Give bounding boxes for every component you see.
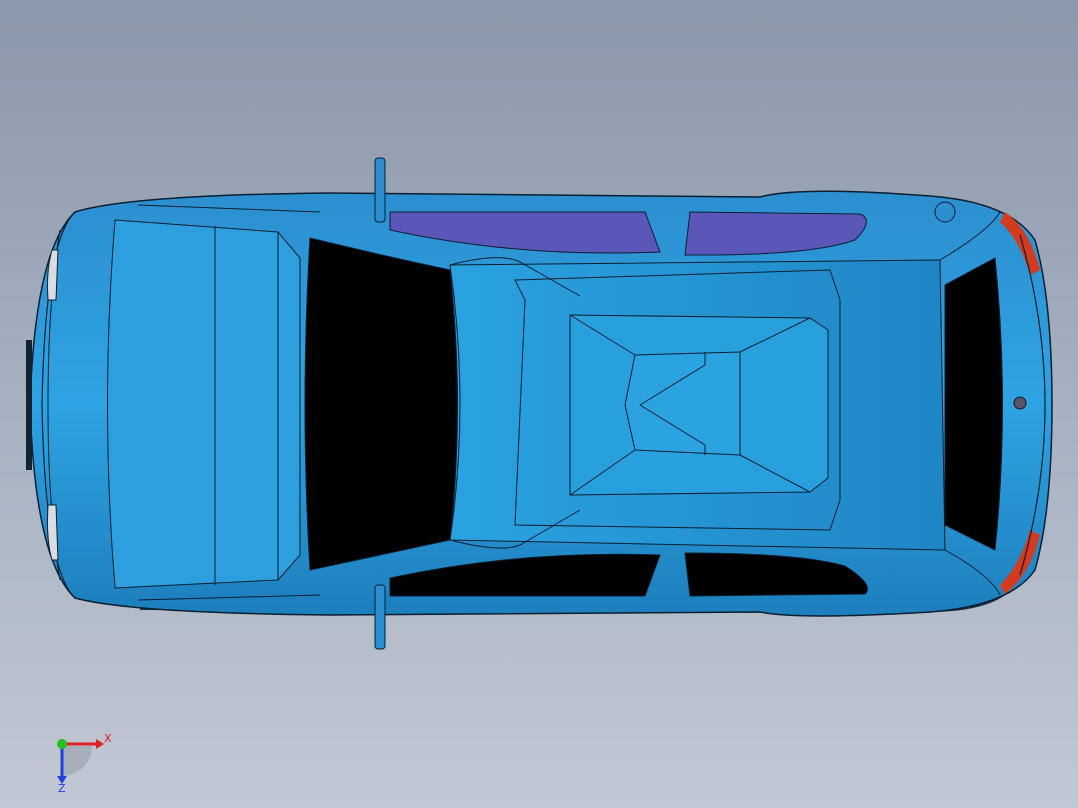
y-axis-dot [57,739,67,749]
mirror-right[interactable] [374,584,386,650]
car-model[interactable] [0,0,1078,808]
mirror-left[interactable] [374,157,386,223]
front-plate [26,340,32,470]
x-axis-label: X [104,732,112,745]
rear-badge [1013,396,1027,410]
x-axis-arrow [96,739,104,749]
hood[interactable] [107,219,301,589]
coordinate-triad: X Z [57,732,112,795]
z-axis-label: Z [58,782,66,795]
windshield [304,237,458,571]
fuel-cap[interactable] [934,201,956,223]
triad-quadrant-shadow [62,746,92,776]
graphics-viewport[interactable]: X Z [0,0,1078,808]
rear-window [944,257,1003,551]
